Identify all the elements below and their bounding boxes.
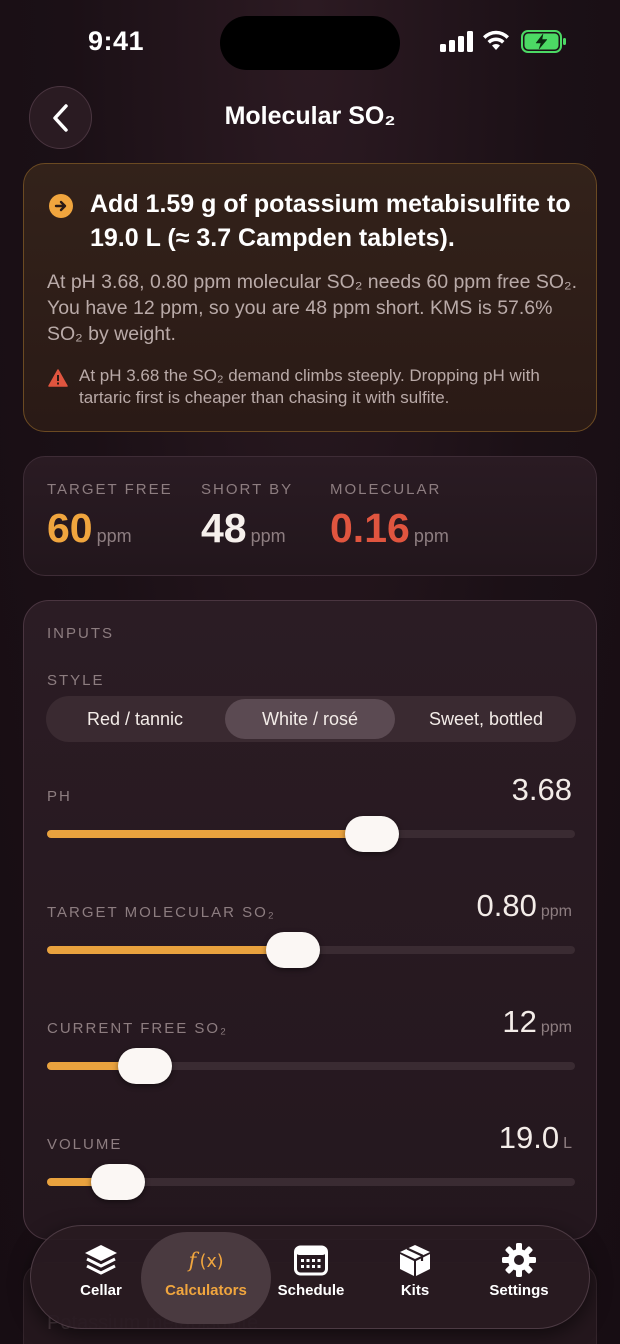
stack-layers-icon [82,1242,120,1278]
warning-text: At pH 3.68 the SO₂ demand climbs steeply… [79,366,540,407]
target-molecular-so2-slider-fill [47,946,293,954]
tab-calculators[interactable]: f (x) Calculators [141,1232,271,1324]
stat-label: SHORT BY [201,481,294,498]
ph-slider[interactable] [47,816,575,852]
volume-value: 19.0 L [498,1120,572,1155]
target-molecular-so2-value: 0.80 ppm [476,888,572,923]
ph-label: PH [47,788,72,805]
ph-slider-thumb[interactable] [344,816,399,852]
warning-triangle-icon [48,369,68,387]
stat-label: MOLECULAR [330,481,442,498]
tab-label: Calculators [165,1282,247,1299]
volume-label: VOLUME [47,1136,123,1153]
results-summary-card: TARGET FREE 60 ppm SHORT BY 48 ppm MOLECUL… [23,456,597,576]
target-molecular-so2-label: TARGET MOLECULAR SO₂ [47,904,276,921]
current-free-so2-value: 12 ppm [502,1004,572,1039]
page-title: Molecular SO₂ [224,102,396,130]
tab-bar: Cellar f (x) Calculators Schedule Kits S… [30,1225,590,1329]
arrow-right-circle-icon [49,194,73,218]
dosage-recommendation-card: Add 1.59 g of potassium metabisulfite to… [23,163,597,432]
inputs-card: INPUTS STYLE Red / tannic White / rosé S… [23,600,597,1240]
recommendation-explanation: At pH 3.68, 0.80 ppm molecular SO₂ needs… [47,271,577,345]
ph-slider-fill [47,830,372,838]
tab-settings[interactable]: Settings [467,1232,571,1324]
dynamic-island [220,16,400,70]
style-option-sweet[interactable]: Sweet, bottled [400,699,572,739]
gear-icon [500,1242,538,1278]
stat-label: TARGET FREE [47,481,173,498]
tab-label: Settings [489,1282,549,1299]
volume-slider-thumb[interactable] [91,1164,146,1200]
status-bar: 9:41 [0,0,620,80]
svg-text:f: f [187,1248,200,1272]
tab-label: Kits [400,1282,430,1299]
box-icon [396,1242,434,1278]
calendar-icon [292,1242,330,1278]
style-segmented-control: Red / tannic White / rosé Sweet, bottled [46,696,576,742]
target-molecular-so2-slider[interactable] [47,932,575,968]
recommendation-headline: Add 1.59 g of potassium metabisulfite to… [90,190,571,252]
style-label: STYLE [47,672,105,689]
inputs-section-label: INPUTS [47,625,115,642]
stat-value: 60 ppm [47,505,132,551]
tab-label: Cellar [80,1282,122,1299]
ph-value: 3.68 [511,772,572,807]
current-free-so2-slider-thumb[interactable] [117,1048,172,1084]
function-fx-icon: f (x) [187,1242,225,1278]
style-option-red[interactable]: Red / tannic [50,699,220,739]
tab-cellar[interactable]: Cellar [49,1232,153,1324]
stat-value: 0.16 ppm [330,505,449,551]
target-molecular-so2-slider-thumb[interactable] [265,932,320,968]
cellular-signal-icon [440,30,474,52]
tab-kits[interactable]: Kits [363,1232,467,1324]
volume-slider[interactable] [47,1164,575,1200]
current-free-so2-label: CURRENT FREE SO₂ [47,1020,228,1037]
tab-label: Schedule [277,1282,345,1299]
svg-text:(x): (x) [200,1252,224,1272]
battery-charging-icon [521,30,566,53]
tab-schedule[interactable]: Schedule [259,1232,363,1324]
status-time: 9:41 [88,26,145,56]
style-option-white[interactable]: White / rosé [225,699,395,739]
wifi-icon [483,30,509,50]
current-free-so2-slider[interactable] [47,1048,575,1084]
stat-value: 48 ppm [201,505,286,551]
